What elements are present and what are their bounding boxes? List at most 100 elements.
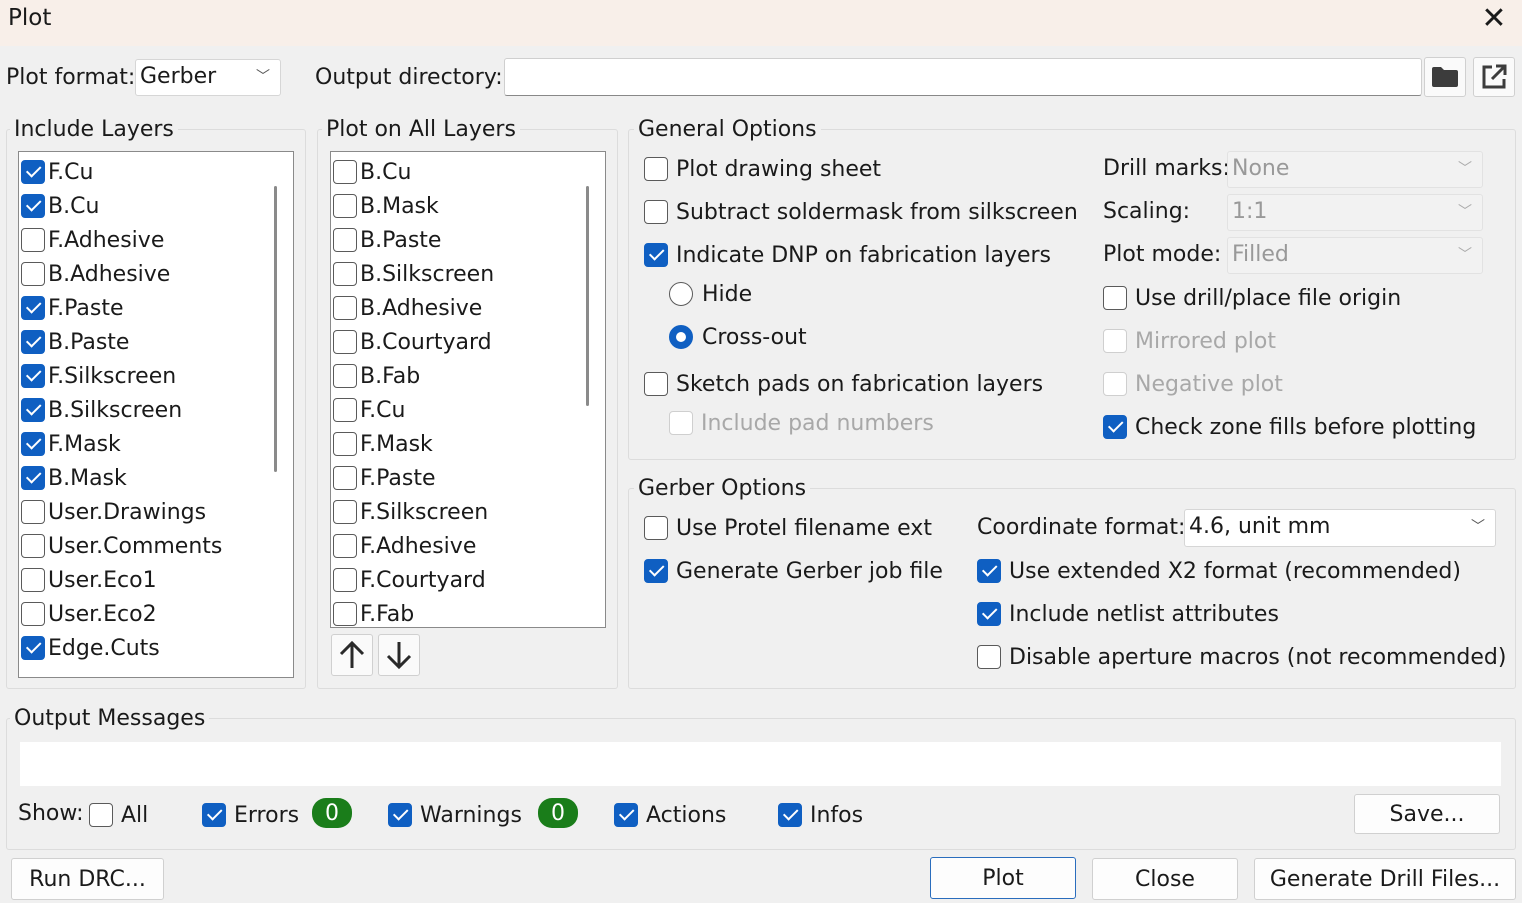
layer-list-item[interactable]: B.Cu (333, 155, 411, 189)
layer-label: B.Mask (48, 465, 127, 491)
layer-label: F.Paste (360, 465, 436, 491)
layer-list-item[interactable]: F.Mask (333, 427, 433, 461)
gerber-job-file-checkbox[interactable]: Generate Gerber job file (644, 554, 943, 588)
layer-list-item[interactable]: B.Mask (333, 189, 439, 223)
checkbox-checked-icon (21, 636, 45, 660)
show-all-checkbox[interactable]: All (89, 798, 148, 832)
browse-folder-button[interactable] (1424, 57, 1466, 97)
title-bar (0, 0, 1522, 46)
layer-list-item[interactable]: User.Eco1 (21, 563, 157, 597)
checkbox-checked-icon (1103, 415, 1127, 439)
protel-ext-checkbox[interactable]: Use Protel filename ext (644, 511, 932, 545)
checkbox-icon (669, 411, 693, 435)
checkbox-checked-icon (21, 432, 45, 456)
checkbox-icon (333, 228, 357, 252)
plot-all-layers-title: Plot on All Layers (322, 117, 520, 143)
layer-list-item[interactable]: F.Cu (21, 155, 93, 189)
show-warnings-checkbox[interactable]: Warnings (388, 798, 522, 832)
layer-list-item[interactable]: User.Drawings (21, 495, 206, 529)
layer-list-item[interactable]: B.Silkscreen (333, 257, 494, 291)
checkbox-icon (333, 330, 357, 354)
check-zone-fills-checkbox[interactable]: Check zone fills before plotting (1103, 410, 1476, 444)
show-actions-checkbox[interactable]: Actions (614, 798, 726, 832)
layer-list-item[interactable]: F.Silkscreen (333, 495, 488, 529)
layer-list-item[interactable]: B.Cu (21, 189, 99, 223)
layer-list-item[interactable]: F.Paste (333, 461, 436, 495)
layer-list-item[interactable]: B.Adhesive (21, 257, 170, 291)
disable-aperture-macros-checkbox[interactable]: Disable aperture macros (not recommended… (977, 640, 1506, 674)
checkbox-checked-icon (644, 559, 668, 583)
layer-label: B.Cu (48, 193, 100, 219)
plot-all-layers-list[interactable]: B.Cu B.Mask B.Paste B.Silkscreen B.Adhesive B… (330, 151, 606, 628)
layer-list-item[interactable]: B.Paste (21, 325, 129, 359)
layer-label: F.Cu (360, 397, 406, 423)
move-up-button[interactable] (331, 634, 373, 676)
layer-list-item[interactable]: F.Mask (21, 427, 121, 461)
layer-list-item[interactable]: F.Adhesive (21, 223, 164, 257)
move-down-button[interactable] (378, 634, 420, 676)
checkbox-icon (21, 602, 45, 626)
layer-list-item[interactable]: Edge.Cuts (21, 631, 160, 665)
plot-format-select[interactable]: Gerber ﹀ (135, 59, 281, 96)
sketch-pads-checkbox[interactable]: Sketch pads on fabrication layers (644, 367, 1043, 401)
indicate-dnp-checkbox[interactable]: Indicate DNP on fabrication layers (644, 238, 1051, 272)
dnp-hide-radio[interactable]: Hide (669, 277, 752, 311)
plot-drawing-sheet-checkbox[interactable]: Plot drawing sheet (644, 152, 881, 186)
layer-list-item[interactable]: F.Cu (333, 393, 405, 427)
netlist-attributes-checkbox[interactable]: Include netlist attributes (977, 597, 1279, 631)
plot-mode-select[interactable]: Filled ﹀ (1227, 237, 1483, 274)
layer-list-item[interactable]: B.Mask (21, 461, 127, 495)
chevron-down-icon: ﹀ (1471, 519, 1485, 535)
show-infos-checkbox[interactable]: Infos (778, 798, 863, 832)
layer-list-item[interactable]: F.Adhesive (333, 529, 476, 563)
dnp-cross-out-radio[interactable]: Cross-out (669, 320, 807, 354)
coordinate-format-label: Coordinate format: (977, 515, 1186, 540)
layer-list-item[interactable]: B.Fab (333, 359, 420, 393)
show-label: Show: (18, 801, 84, 826)
layer-list-item[interactable]: B.Paste (333, 223, 441, 257)
plot-button[interactable]: Plot (930, 857, 1076, 899)
layer-list-item[interactable]: F.Silkscreen (21, 359, 176, 393)
layer-list-item[interactable]: F.Courtyard (333, 563, 486, 597)
layer-label: B.Silkscreen (360, 261, 495, 287)
include-layers-list[interactable]: F.Cu B.Cu F.Adhesive B.Adhesive F.Paste B.Pas… (18, 151, 294, 678)
layer-label: B.Adhesive (360, 295, 483, 321)
use-drill-origin-checkbox[interactable]: Use drill/place file origin (1103, 281, 1401, 315)
run-drc-button[interactable]: Run DRC... (11, 858, 164, 900)
coordinate-format-select[interactable]: 4.6, unit mm ﹀ (1184, 509, 1496, 547)
layer-list-item[interactable]: F.Fab (333, 597, 414, 627)
close-icon[interactable]: ✕ (1474, 0, 1514, 40)
negative-plot-checkbox[interactable]: Negative plot (1103, 367, 1283, 401)
layer-list-item[interactable]: B.Adhesive (333, 291, 482, 325)
mirrored-plot-checkbox[interactable]: Mirrored plot (1103, 324, 1276, 358)
x2-format-checkbox[interactable]: Use extended X2 format (recommended) (977, 554, 1461, 588)
layer-list-item[interactable]: User.Eco2 (21, 597, 157, 631)
scrollbar-thumb[interactable] (586, 186, 589, 406)
output-directory-input[interactable] (504, 58, 1422, 96)
layer-label: F.Silkscreen (48, 363, 177, 389)
layer-list-item[interactable]: B.Silkscreen (21, 393, 182, 427)
layer-list-item[interactable]: User.Comments (21, 529, 222, 563)
output-messages-area[interactable] (20, 742, 1501, 786)
checkbox-icon (333, 160, 357, 184)
open-directory-button[interactable] (1473, 57, 1515, 97)
layer-list-item[interactable]: B.Courtyard (333, 325, 492, 359)
layer-label: Edge.Cuts (48, 635, 160, 661)
layer-label: User.Comments (48, 533, 223, 559)
close-button[interactable]: Close (1092, 858, 1238, 900)
scaling-select[interactable]: 1:1 ﹀ (1227, 194, 1483, 231)
checkbox-icon (333, 466, 357, 490)
checkbox-icon (644, 516, 668, 540)
checkbox-icon (1103, 286, 1127, 310)
generate-drill-files-button[interactable]: Generate Drill Files... (1254, 858, 1516, 900)
arrow-down-icon (386, 642, 412, 670)
subtract-soldermask-checkbox[interactable]: Subtract soldermask from silkscreen (644, 195, 1078, 229)
checkbox-checked-icon (644, 243, 668, 267)
checkbox-checked-icon (388, 803, 412, 827)
layer-list-item[interactable]: F.Paste (21, 291, 124, 325)
show-errors-checkbox[interactable]: Errors (202, 798, 299, 832)
scrollbar-thumb[interactable] (274, 186, 277, 472)
include-pad-numbers-checkbox[interactable]: Include pad numbers (669, 406, 934, 440)
save-messages-button[interactable]: Save... (1354, 794, 1500, 834)
drill-marks-select[interactable]: None ﹀ (1227, 151, 1483, 188)
